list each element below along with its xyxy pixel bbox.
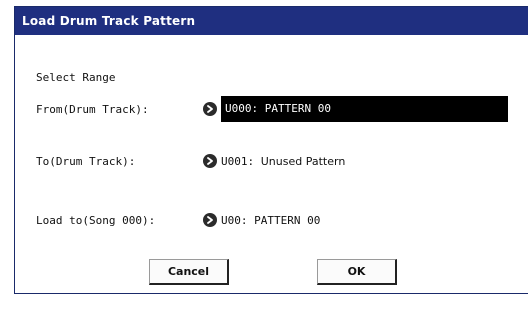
to-drum-track-arrow-icon[interactable] xyxy=(203,154,217,168)
load-to-song-arrow-icon[interactable] xyxy=(203,213,217,227)
cancel-button[interactable]: Cancel xyxy=(149,259,229,285)
load-to-song-label: Load to(Song 000): xyxy=(36,214,156,227)
from-drum-track-arrow-icon[interactable] xyxy=(203,102,217,116)
from-drum-track-label: From(Drum Track): xyxy=(36,103,149,116)
load-to-song-field[interactable]: U00: PATTERN 00 xyxy=(221,214,320,227)
load-drum-track-pattern-dialog: Load Drum Track Pattern Select Range Fro… xyxy=(14,6,528,294)
to-drum-track-name: Unused Pattern xyxy=(260,155,346,168)
from-drum-track-field[interactable]: U000: PATTERN 00 xyxy=(221,96,508,122)
select-range-label: Select Range xyxy=(36,71,116,84)
to-drum-track-code: U001: xyxy=(221,155,255,168)
dialog-title: Load Drum Track Pattern xyxy=(15,7,528,35)
to-drum-track-label: To(Drum Track): xyxy=(36,155,136,168)
to-drum-track-field[interactable]: U001: Unused Pattern xyxy=(221,155,345,168)
ok-button[interactable]: OK xyxy=(317,259,397,285)
